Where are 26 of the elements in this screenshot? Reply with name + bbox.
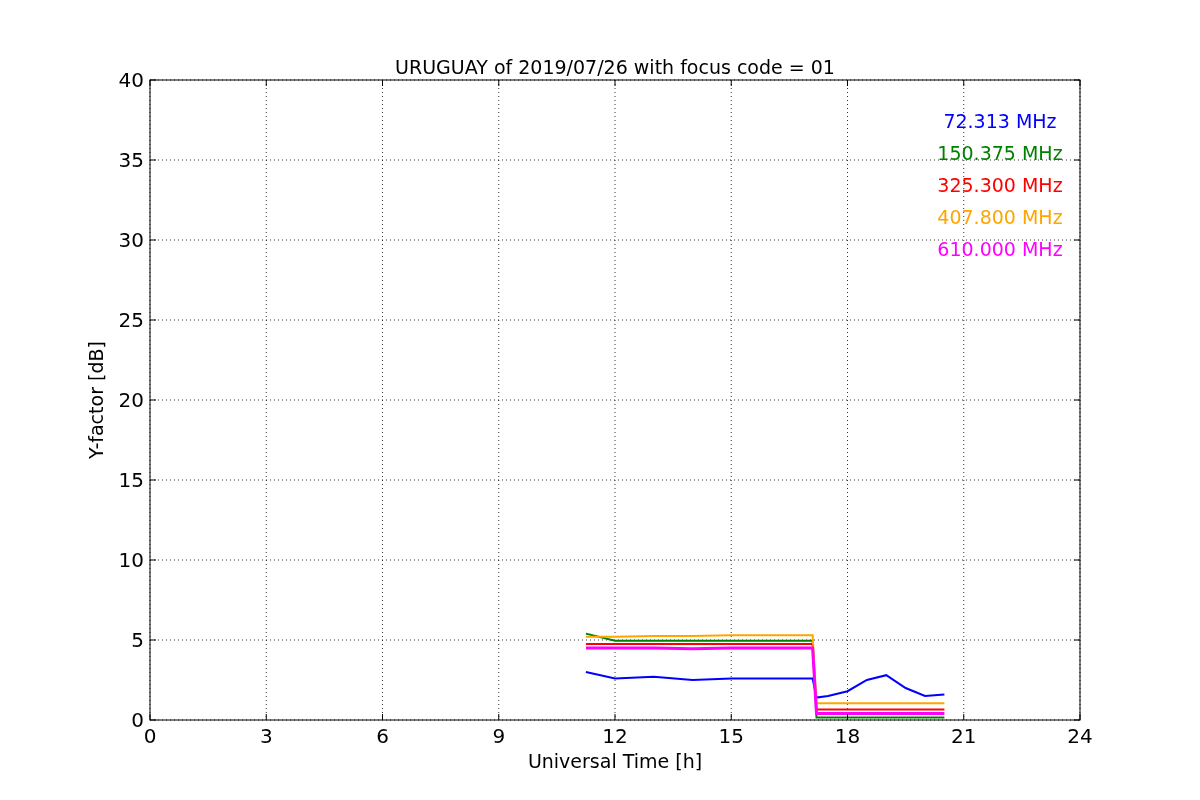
y-tick-label: 0 — [131, 708, 144, 732]
y-tick-label: 10 — [118, 548, 144, 572]
legend-label: 610.000 MHz — [937, 238, 1063, 260]
x-tick-label: 21 — [951, 724, 977, 748]
y-tick-label: 40 — [118, 68, 144, 92]
x-tick-label: 0 — [143, 724, 157, 748]
x-tick-label: 24 — [1067, 724, 1093, 748]
x-tick-label: 3 — [259, 724, 273, 748]
x-tick-label: 15 — [718, 724, 744, 748]
chart-title: URUGUAY of 2019/07/26 with focus code = 01 — [395, 56, 835, 78]
legend-label: 150.375 MHz — [937, 142, 1063, 164]
y-tick-label: 25 — [118, 308, 144, 332]
y-tick-label: 35 — [118, 148, 144, 172]
y-tick-label: 30 — [118, 228, 144, 252]
x-tick-label: 6 — [376, 724, 389, 748]
x-axis-label: Universal Time [h] — [527, 750, 703, 772]
x-tick-label: 18 — [834, 724, 861, 748]
y-axis-label: Y-factor [dB] — [85, 341, 107, 459]
legend-label: 72.313 MHz — [943, 110, 1057, 132]
y-tick-label: 20 — [118, 388, 144, 412]
x-tick-label: 12 — [602, 724, 628, 748]
legend-label: 407.800 MHz — [937, 206, 1063, 228]
y-tick-label: 15 — [118, 468, 144, 492]
x-tick-label: 9 — [492, 724, 506, 748]
y-tick-label: 5 — [131, 628, 144, 652]
legend-label: 325.300 MHz — [937, 174, 1063, 196]
